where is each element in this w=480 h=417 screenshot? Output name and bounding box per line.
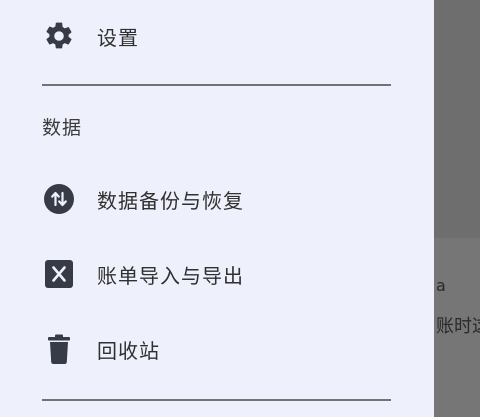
excel-icon [42, 257, 76, 291]
divider [42, 84, 391, 86]
section-header-data: 数据 [42, 117, 83, 139]
gear-icon [42, 19, 76, 53]
drawer-item-recycle-bin-label: 回收站 [97, 338, 160, 363]
drawer-item-import-export[interactable]: 账单导入与导出 [0, 249, 434, 299]
drawer-item-settings[interactable]: 设置 [0, 11, 434, 61]
drawer-item-recycle-bin[interactable]: 回收站 [0, 324, 434, 374]
drawer-item-settings-label: 设置 [97, 25, 139, 50]
sync-circle-icon [42, 182, 76, 216]
navigation-drawer: 设置 数据 数据备份与恢复 账单导入与导出 回收站 [0, 0, 434, 417]
drawer-item-backup-restore[interactable]: 数据备份与恢复 [0, 174, 434, 224]
divider [42, 399, 391, 401]
background-text-fragment: 账时这 [436, 316, 480, 337]
drawer-item-backup-restore-label: 数据备份与恢复 [97, 188, 244, 213]
trash-icon [42, 332, 76, 366]
background-text-fragment-small: a [436, 276, 446, 295]
drawer-item-import-export-label: 账单导入与导出 [97, 263, 244, 288]
